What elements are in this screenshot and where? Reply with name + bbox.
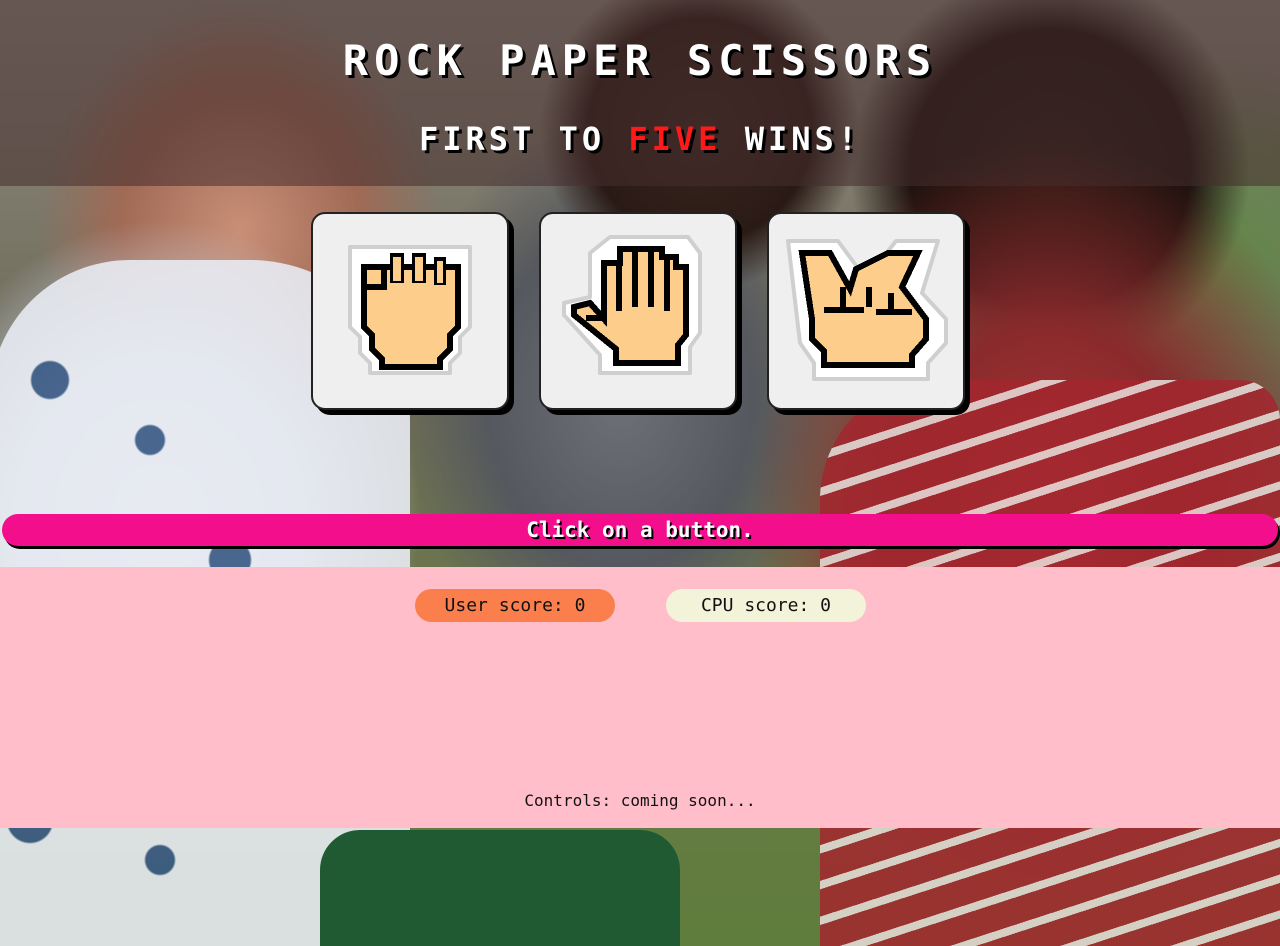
rock-button[interactable] [311,212,509,410]
background-figure-center [320,830,680,946]
game-title: ROCK PAPER SCISSORS [342,36,938,85]
choice-buttons [311,212,965,410]
header-overlay [0,0,1280,186]
game-subtitle: FIRST TO FIVE WINS! [0,120,1280,158]
user-score-badge: User score: 0 [415,589,615,622]
paper-hand-icon [562,235,702,375]
controls-note: Controls: coming soon... [524,791,756,810]
status-message-bar: Click on a button. [2,514,1278,546]
rock-hand-icon [348,245,472,375]
status-message: Click on a button. [526,518,754,542]
cpu-score-badge: CPU score: 0 [666,589,866,622]
subtitle-prefix: FIRST TO [418,120,606,158]
subtitle-accent: FIVE [628,120,722,158]
paper-button[interactable] [539,212,737,410]
scissors-hand-icon [786,239,948,381]
scissors-button[interactable] [767,212,965,410]
score-panel: User score: 0 CPU score: 0 Controls: com… [0,567,1280,828]
subtitle-suffix: WINS! [744,120,862,158]
